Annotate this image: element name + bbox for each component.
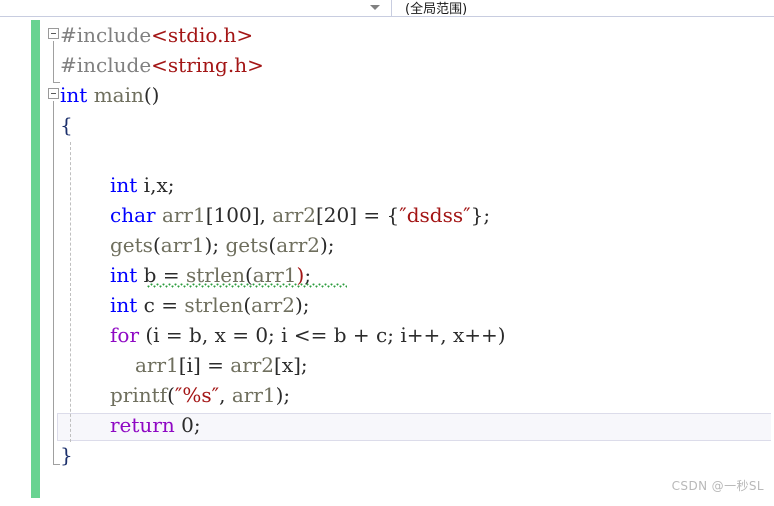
code-token: [20] = { (316, 203, 400, 227)
code-token: arr1 (231, 383, 276, 407)
chevron-down-icon[interactable] (364, 0, 390, 15)
code-token: arr2 (230, 353, 275, 377)
code-line[interactable]: char arr1[100], arr2[20] = {″dsdss″}; (110, 200, 490, 230)
code-token: arr1 (135, 353, 179, 377)
code-line[interactable]: int i,x; (110, 170, 174, 200)
code-token: [i] = (178, 353, 231, 377)
code-token: ); (320, 233, 335, 257)
code-token: <string.h> (151, 53, 264, 77)
code-token: (i = b, x = 0; i <= b + c; i++, x++) (139, 323, 506, 347)
code-token: printf (110, 383, 168, 407)
code-token: } (60, 443, 73, 467)
toolbar-divider (391, 0, 392, 16)
code-token: 0; (174, 413, 201, 437)
scope-dropdown[interactable]: (全局范围) (393, 0, 774, 17)
code-token: int (110, 263, 138, 287)
code-token: int (110, 293, 138, 317)
warning-squiggle (147, 283, 347, 288)
code-token: strlen (184, 293, 244, 317)
member-dropdown[interactable] (0, 0, 362, 15)
code-token: int (60, 83, 88, 107)
code-line[interactable]: #include<stdio.h> (60, 20, 253, 50)
code-line[interactable]: arr1[i] = arr2[x]; (135, 350, 308, 380)
code-line[interactable]: { (60, 110, 73, 140)
code-line[interactable]: return 0; (110, 410, 201, 440)
code-token: ); (275, 383, 291, 407)
code-token: for (110, 323, 140, 347)
code-token: gets (110, 233, 153, 257)
code-token: arr2 (251, 293, 295, 317)
code-token: () (143, 83, 160, 107)
code-token: gets (225, 233, 269, 257)
indent-guide (70, 142, 71, 442)
code-token: int (110, 173, 138, 197)
code-line[interactable]: int main() (60, 80, 159, 110)
code-token: ( (243, 293, 252, 317)
scope-dropdown-value: (全局范围) (405, 2, 468, 17)
code-line[interactable]: printf(″%s″, arr1); (110, 380, 290, 410)
code-token: ″dsdss″ (399, 203, 471, 227)
code-token: }; (470, 203, 491, 227)
code-line[interactable]: } (60, 440, 73, 470)
code-token: char (110, 203, 156, 227)
code-line[interactable]: int c = strlen(arr2); (110, 290, 309, 320)
code-token: ( (167, 383, 175, 407)
code-editor[interactable]: #include<stdio.h> #include<string.h> int m… (0, 17, 774, 506)
code-token: ); (204, 233, 226, 257)
csdn-watermark: CSDN @一秒SL (671, 479, 764, 493)
code-token: [100], (205, 203, 273, 227)
code-token: return (110, 413, 175, 437)
code-token: #include (60, 53, 152, 77)
code-token: #include (60, 23, 152, 47)
code-token: , (219, 383, 232, 407)
editor-toolbar: (全局范围) (0, 0, 774, 17)
code-token: main (93, 83, 144, 107)
code-token: arr1 (160, 233, 205, 257)
code-token: <stdio.h> (151, 23, 254, 47)
code-line[interactable]: #include<string.h> (60, 50, 264, 80)
code-token: ″%s″ (174, 383, 220, 407)
code-text-area[interactable]: #include<stdio.h> #include<string.h> int m… (0, 17, 774, 506)
code-line[interactable]: gets(arr1); gets(arr2); (110, 230, 335, 260)
code-token: { (60, 113, 73, 137)
code-token: i,x; (137, 173, 175, 197)
code-token: [x]; (274, 353, 308, 377)
code-token: c = (137, 293, 185, 317)
chevron-down-glyph (370, 5, 380, 10)
code-token: arr1 (161, 203, 206, 227)
code-line[interactable]: for (i = b, x = 0; i <= b + c; i++, x++) (110, 320, 506, 350)
code-token: ); (294, 293, 310, 317)
code-token: ( (152, 233, 161, 257)
code-token: arr2 (272, 203, 316, 227)
code-token: arr2 (276, 233, 320, 257)
